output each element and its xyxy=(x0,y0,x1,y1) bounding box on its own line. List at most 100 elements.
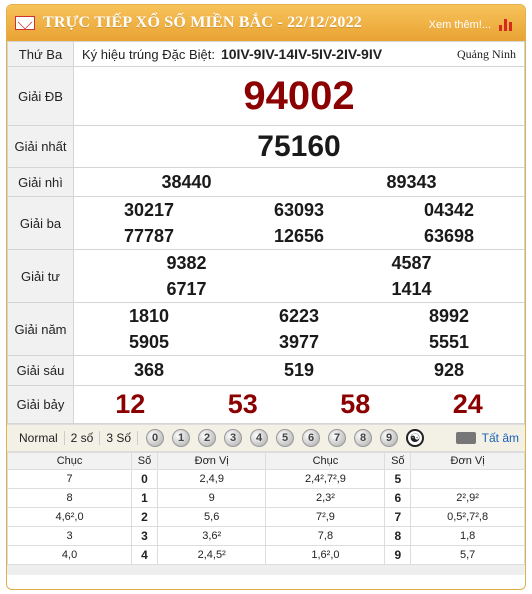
digit-ball-0[interactable]: 0 xyxy=(146,429,165,447)
loto-cell: 7 xyxy=(7,469,133,489)
yin-yang-icon[interactable]: ☯ xyxy=(406,429,425,447)
prize-g5-value: 8992 xyxy=(428,305,470,326)
prize-g7-value: 53 xyxy=(227,389,258,419)
loto-cell: 1,8 xyxy=(410,526,525,546)
mail-icon xyxy=(15,16,35,30)
prize-g5-value: 3977 xyxy=(278,331,320,352)
digit-ball-2[interactable]: 2 xyxy=(198,429,217,447)
table-row: 4,6²,0 2 5,6 7²,9 7 0,5²,7²,8 xyxy=(7,507,525,527)
loto-cell: 8 xyxy=(384,526,412,546)
prize-g6-value: 519 xyxy=(283,360,315,380)
prize-g6-value: 368 xyxy=(133,360,165,380)
prize-g6-value: 928 xyxy=(433,360,465,380)
prize-g3-value: 77787 xyxy=(123,225,175,246)
prize-g5-value: 5551 xyxy=(428,331,470,352)
prize-g7-value: 24 xyxy=(452,389,483,419)
loto-cell: 5 xyxy=(384,469,412,489)
loto-cell: 2,4,5² xyxy=(156,545,267,565)
special-code-value: 10IV-9IV-14IV-5IV-2IV-9IV xyxy=(220,46,383,62)
loto-header-tens: Chục xyxy=(265,452,386,470)
prize-label-db: Giải ĐB xyxy=(7,66,74,126)
loto-cell: 4,0 xyxy=(7,545,133,565)
option-3-digits[interactable]: 3 Số xyxy=(100,431,139,445)
loto-header-digit: Số xyxy=(131,452,158,470)
loto-cell: 6 xyxy=(384,488,412,508)
prize-g3-value: 12656 xyxy=(273,225,325,246)
prize-g5-value: 5905 xyxy=(128,331,170,352)
digit-ball-6[interactable]: 6 xyxy=(302,429,321,447)
loto-cell: 0 xyxy=(131,469,158,489)
prize-label-g6: Giải sáu xyxy=(7,355,74,386)
digit-ball-4[interactable]: 4 xyxy=(250,429,269,447)
prize-label-g2: Giải nhì xyxy=(7,167,74,197)
bar-chart-icon[interactable] xyxy=(499,15,515,31)
loto-cell: 7²,9 xyxy=(265,507,386,527)
prize-g3-value: 63093 xyxy=(273,199,325,220)
loto-header-digit: Số xyxy=(384,452,412,470)
special-code-label: Ký hiệu trúng Đặc Biệt: xyxy=(82,46,215,62)
loto-cell: 5,7 xyxy=(410,545,525,565)
loto-cell: 2,4²,7²,9 xyxy=(265,469,386,489)
digit-ball-8[interactable]: 8 xyxy=(354,429,373,447)
prize-g3-value: 04342 xyxy=(423,199,475,220)
prize-g4-value: 4587 xyxy=(391,252,432,273)
loto-cell: 3,6² xyxy=(156,526,267,546)
prize-db-value: 94002 xyxy=(73,66,525,126)
prize-g2-value: 38440 xyxy=(161,171,212,192)
digit-ball-9[interactable]: 9 xyxy=(380,429,399,447)
panel-header: TRỰC TIẾP XỔ SỐ MIỀN BẮC - 22/12/2022 Xe… xyxy=(7,5,525,41)
loto-cell: 5,6 xyxy=(156,507,267,527)
prize-g5-value: 1810 xyxy=(128,305,170,326)
option-normal[interactable]: Normal xyxy=(13,431,65,445)
loto-cell: 7,8 xyxy=(265,526,386,546)
prize-label-g5: Giải năm xyxy=(7,302,74,356)
loto-header-units: Đơn Vị xyxy=(156,452,267,470)
footer-band xyxy=(7,565,525,575)
prize-g5-value: 6223 xyxy=(278,305,320,326)
digit-ball-1[interactable]: 1 xyxy=(172,429,191,447)
table-row: 4,0 4 2,4,5² 1,6²,0 9 5,7 xyxy=(7,545,525,565)
loto-cell: 9 xyxy=(384,545,412,565)
loto-cell: 7 xyxy=(384,507,412,527)
loto-cell: 8 xyxy=(7,488,133,508)
loto-header-tens: Chục xyxy=(7,452,133,470)
loto-cell: 3 xyxy=(7,526,133,546)
prize-g7-value: 12 xyxy=(115,389,146,419)
prize-g3-value: 63698 xyxy=(423,225,475,246)
loto-cell xyxy=(410,469,525,489)
print-icon[interactable] xyxy=(455,432,476,444)
prize-g4-value: 9382 xyxy=(166,252,207,273)
province: Quảng Ninh xyxy=(457,46,516,61)
loto-cell: 9 xyxy=(156,488,267,508)
digit-ball-5[interactable]: 5 xyxy=(276,429,295,447)
loto-cell: 1 xyxy=(131,488,158,508)
see-more-link[interactable]: Xem thêm!... xyxy=(429,19,491,31)
all-sound-link[interactable]: Tất âm xyxy=(482,431,519,445)
loto-cell: 4 xyxy=(131,545,158,565)
loto-cell: 2,3² xyxy=(265,488,386,508)
loto-table: Chục Số Đơn Vị Chục Số Đơn Vị 7 0 2,4,9 … xyxy=(7,452,525,565)
table-row: 3 3 3,6² 7,8 8 1,8 xyxy=(7,526,525,546)
prize-g4-value: 6717 xyxy=(166,278,207,299)
prize-g1-value: 75160 xyxy=(73,125,525,168)
panel-title: TRỰC TIẾP XỔ SỐ MIỀN BẮC - 22/12/2022 xyxy=(43,14,362,31)
results-table: Thứ Ba Ký hiệu trúng Đặc Biệt: 10IV-9IV-… xyxy=(7,41,525,424)
loto-cell: 3 xyxy=(131,526,158,546)
prize-label-g1: Giải nhất xyxy=(7,125,74,168)
loto-cell: 2²,9² xyxy=(410,488,525,508)
prize-g2-value: 89343 xyxy=(386,171,437,192)
loto-cell: 2 xyxy=(131,507,158,527)
table-row: 8 1 9 2,3² 6 2²,9² xyxy=(7,488,525,508)
digit-ball-7[interactable]: 7 xyxy=(328,429,347,447)
prize-g3-value: 30217 xyxy=(123,199,175,220)
option-2-digits[interactable]: 2 số xyxy=(65,431,101,445)
loto-cell: 4,6²,0 xyxy=(7,507,133,527)
prize-label-g7: Giải bảy xyxy=(7,385,74,424)
loto-header-units: Đơn Vị xyxy=(410,452,525,470)
prize-g7-value: 58 xyxy=(340,389,371,419)
digit-ball-3[interactable]: 3 xyxy=(224,429,243,447)
filter-toolbar: Normal 2 số 3 Số 0 1 2 3 4 5 6 7 8 9 ☯ T… xyxy=(7,424,525,452)
prize-label-g3: Giải ba xyxy=(7,196,74,250)
weekday: Thứ Ba xyxy=(7,41,74,67)
prize-label-g4: Giải tư xyxy=(7,249,74,303)
